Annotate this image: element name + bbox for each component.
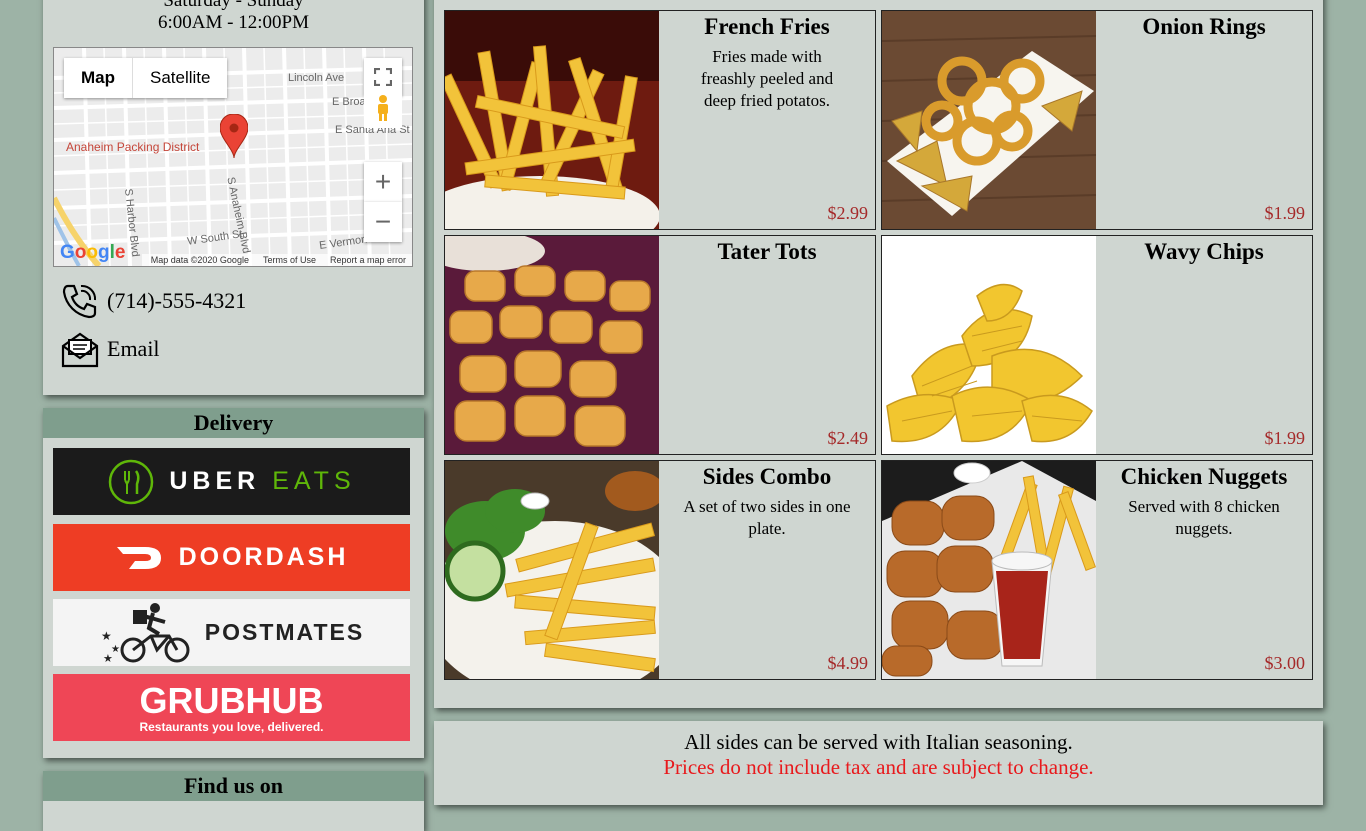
map-place-label: Anaheim Packing District [66, 140, 200, 154]
find-us-heading: Find us on [43, 771, 424, 801]
postmates-label: POSTMATES [204, 619, 365, 645]
ubereats-logo-icon [109, 459, 154, 504]
menu-item-description: A set of two sides in one plate. [683, 497, 851, 538]
svg-text:★: ★ [103, 653, 113, 665]
envelope-icon [61, 332, 99, 368]
wavy-chips-photo [882, 236, 1096, 454]
postmates-button[interactable]: ★ ★ ★ POSTMATES [53, 599, 410, 666]
postmates-courier-icon: ★ ★ ★ [101, 602, 190, 665]
hours-contact-panel: Saturday - Sunday 6:00AM - 12:00PM Map S… [43, 0, 424, 395]
grubhub-label: GRUBHUB [139, 679, 324, 721]
map-type-map-button[interactable]: Map [64, 58, 133, 98]
french-fries-photo [445, 11, 659, 229]
onion-rings-photo [882, 11, 1096, 229]
menu-card-tater-tots[interactable]: Tater Tots $2.49 [444, 235, 876, 455]
menu-item-price: $2.49 [827, 428, 869, 448]
menu-card-onion-rings[interactable]: Onion Rings $1.99 [881, 10, 1313, 230]
map-marker-icon[interactable] [220, 114, 248, 158]
menu-card-info: Sides Combo A set of two sides in one pl… [659, 461, 875, 679]
menu-item-price: $1.99 [1264, 428, 1306, 448]
phone-number[interactable]: (714)-555-4321 [107, 288, 246, 314]
menu-card-info: Wavy Chips [1096, 236, 1312, 454]
tater-tots-photo [445, 236, 659, 454]
menu-item-description: Served with 8 chicken nuggets. [1128, 497, 1280, 538]
menu-item-price: $2.99 [827, 203, 869, 223]
seasoning-note: All sides can be served with Italian sea… [684, 730, 1073, 754]
menu-card-chicken-nuggets[interactable]: Chicken Nuggets Served with 8 chicken nu… [881, 460, 1313, 680]
google-logo: Google [60, 242, 126, 263]
zoom-out-button[interactable]: − [364, 202, 402, 242]
phone-icon [62, 284, 97, 319]
hours-time: 6:00AM - 12:00PM [158, 12, 309, 33]
map-data-attribution: Map data ©2020 Google [150, 255, 249, 265]
menu-card-info: French Fries Fries made with freashly pe… [659, 11, 875, 229]
menu-card-french-fries[interactable]: French Fries Fries made with freashly pe… [444, 10, 876, 230]
delivery-panel: Delivery UBER EATS DOORDASH ★ ★ ★ POSTMA… [43, 408, 424, 758]
price-disclaimer: Prices do not include tax and are subjec… [663, 755, 1094, 779]
menu-item-name: Chicken Nuggets [1120, 464, 1288, 489]
phone-row[interactable]: (714)-555-4321 [61, 282, 246, 320]
doordash-button[interactable]: DOORDASH [53, 524, 410, 591]
doordash-logo-icon [116, 546, 161, 569]
ubereats-word1: UBER [169, 467, 261, 495]
delivery-heading: Delivery [43, 408, 424, 438]
map-type-toggle: Map Satellite [64, 58, 228, 98]
map-footer: Map data ©2020 Google Terms of Use Repor… [142, 254, 412, 266]
svg-text:★: ★ [101, 629, 112, 643]
ubereats-button[interactable]: UBER EATS [53, 448, 410, 515]
email-link[interactable]: Email [107, 336, 160, 362]
email-row[interactable]: Email [61, 330, 160, 368]
menu-item-name: Sides Combo [702, 464, 832, 489]
grubhub-tagline: Restaurants you love, delivered. [139, 719, 324, 734]
menu-card-info: Tater Tots [659, 236, 875, 454]
menu-card-info: Chicken Nuggets Served with 8 chicken nu… [1096, 461, 1312, 679]
menu-item-description: Fries made with freashly peeled and deep… [700, 47, 834, 110]
fullscreen-icon [374, 68, 392, 86]
map-type-satellite-button[interactable]: Satellite [133, 58, 227, 98]
menu-card-wavy-chips[interactable]: Wavy Chips $1.99 [881, 235, 1313, 455]
hours-days: Saturday - Sunday [163, 0, 304, 11]
sides-menu-panel: French Fries Fries made with freashly pe… [434, 0, 1323, 708]
street-label: Lincoln Ave [288, 72, 345, 84]
terms-of-use-link[interactable]: Terms of Use [263, 255, 316, 265]
ubereats-word2: EATS [272, 467, 356, 495]
report-map-error-link[interactable]: Report a map error [330, 255, 406, 265]
menu-item-price: $1.99 [1264, 203, 1306, 223]
doordash-label: DOORDASH [178, 543, 349, 571]
zoom-in-button[interactable]: + [364, 162, 402, 202]
pegman-icon [378, 95, 388, 121]
embedded-map[interactable]: Map Satellite Lincoln Ave E Broadway E S… [53, 47, 413, 267]
menu-item-name: Wavy Chips [1144, 239, 1264, 264]
menu-item-name: French Fries [704, 14, 830, 39]
menu-item-name: Onion Rings [1142, 14, 1266, 39]
sides-combo-photo [445, 461, 659, 679]
menu-card-sides-combo[interactable]: Sides Combo A set of two sides in one pl… [444, 460, 876, 680]
chicken-nuggets-photo [882, 461, 1096, 679]
grubhub-button[interactable]: GRUBHUB Restaurants you love, delivered. [53, 674, 410, 741]
menu-item-price: $3.00 [1264, 653, 1306, 673]
menu-item-name: Tater Tots [717, 239, 817, 264]
menu-item-price: $4.99 [827, 653, 869, 673]
street-view-pegman[interactable] [364, 88, 402, 128]
find-us-panel: Find us on [43, 771, 424, 831]
menu-card-info: Onion Rings [1096, 11, 1312, 229]
sides-note-panel: All sides can be served with Italian sea… [434, 721, 1323, 805]
